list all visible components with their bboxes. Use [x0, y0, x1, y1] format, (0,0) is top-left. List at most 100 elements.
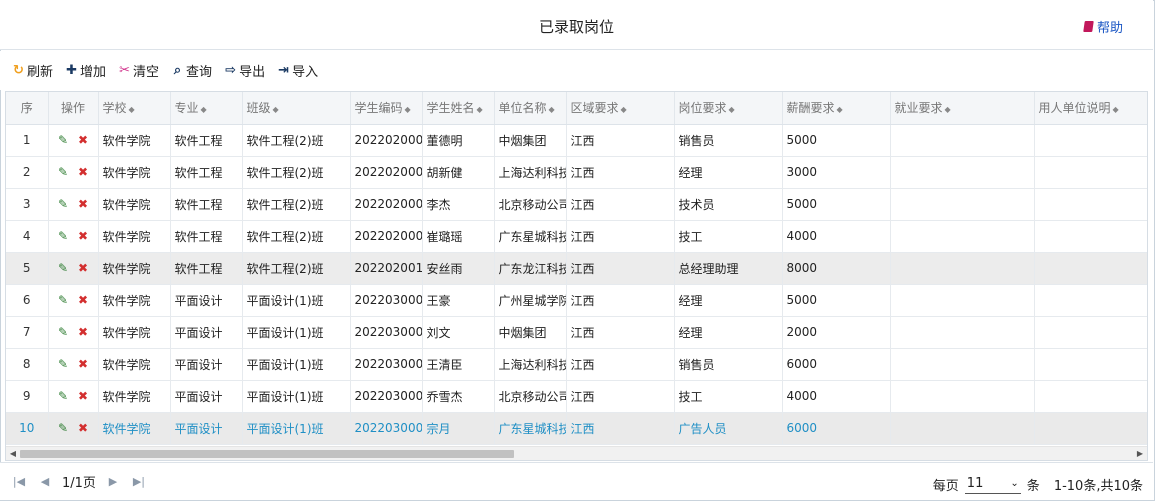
- col-student-code[interactable]: 学生编码 ◆: [350, 92, 423, 125]
- cell-major: 平面设计: [170, 316, 243, 349]
- scroll-left-icon[interactable]: ◀: [6, 447, 20, 461]
- pencil-icon[interactable]: ✎: [58, 389, 68, 403]
- close-icon[interactable]: ✖: [78, 165, 88, 179]
- col-region[interactable]: 区域要求 ◆: [566, 92, 675, 125]
- pencil-icon[interactable]: ✎: [58, 325, 68, 339]
- cell-school: 软件学院: [98, 124, 171, 157]
- pencil-icon[interactable]: ✎: [58, 229, 68, 243]
- cell-name: 董德明: [422, 124, 495, 157]
- table-row[interactable]: 5✎✖软件学院软件工程软件工程(2)班2022020010安丝雨广东龙江科技江西…: [6, 252, 1147, 285]
- cell-major: 平面设计: [170, 380, 243, 413]
- close-icon[interactable]: ✖: [78, 133, 88, 147]
- import-button[interactable]: ⇥ 导入: [277, 61, 318, 80]
- col-position[interactable]: 岗位要求 ◆: [674, 92, 783, 125]
- cell-salary: 8000: [782, 252, 891, 285]
- add-label: 增加: [80, 65, 107, 80]
- add-button[interactable]: ✚ 增加: [65, 61, 106, 80]
- row-seq: 2: [6, 156, 49, 189]
- close-icon[interactable]: ✖: [78, 325, 88, 339]
- pencil-icon[interactable]: ✎: [58, 197, 68, 211]
- row-actions: ✎ ✖: [48, 252, 99, 285]
- export-button[interactable]: ⇨ 导出: [224, 61, 265, 80]
- help-button[interactable]: 帮助: [1083, 17, 1123, 36]
- close-icon[interactable]: ✖: [78, 261, 88, 275]
- close-icon[interactable]: ✖: [78, 421, 88, 435]
- prev-page-icon[interactable]: ◀: [32, 475, 58, 488]
- col-company-desc[interactable]: 用人单位说明 ◆: [1034, 92, 1147, 125]
- cell-employment: [890, 412, 1035, 445]
- cell-code: 2022020009: [350, 220, 423, 253]
- table-row[interactable]: 1✎✖软件学院软件工程软件工程(2)班2022020006董德明中烟集团江西销售…: [6, 124, 1147, 157]
- scissors-icon: ✂: [119, 63, 130, 78]
- first-page-icon[interactable]: |◀: [6, 475, 32, 488]
- col-student-name[interactable]: 学生姓名 ◆: [422, 92, 495, 125]
- table-row[interactable]: 2✎✖软件学院软件工程软件工程(2)班2022020007胡新健上海达利科技江西…: [6, 156, 1147, 189]
- last-page-icon[interactable]: ▶|: [126, 475, 152, 488]
- close-icon[interactable]: ✖: [78, 389, 88, 403]
- table-row[interactable]: 7✎✖软件学院平面设计平面设计(1)班2022030002刘文中烟集团江西经理2…: [6, 316, 1147, 349]
- cell-major: 软件工程: [170, 124, 243, 157]
- table-row[interactable]: 3✎✖软件学院软件工程软件工程(2)班2022020008李杰北京移动公司江西技…: [6, 188, 1147, 221]
- cell-class: 软件工程(2)班: [242, 188, 351, 221]
- cell-desc: [1034, 316, 1147, 349]
- sort-icon: ◆: [548, 105, 555, 115]
- cell-region: 江西: [566, 380, 675, 413]
- cell-class: 平面设计(1)班: [242, 348, 351, 381]
- col-school[interactable]: 学校 ◆: [98, 92, 171, 125]
- row-actions: ✎ ✖: [48, 284, 99, 317]
- col-salary[interactable]: 薪酬要求 ◆: [782, 92, 891, 125]
- per-page-select[interactable]: 11 ⌄: [964, 474, 1021, 494]
- import-label: 导入: [292, 65, 319, 80]
- sort-icon: ◆: [272, 105, 279, 115]
- row-actions: ✎ ✖: [48, 316, 99, 349]
- table-row[interactable]: 6✎✖软件学院平面设计平面设计(1)班2022030001王豪广州星城学院江西经…: [6, 284, 1147, 317]
- pencil-icon[interactable]: ✎: [58, 133, 68, 147]
- col-company[interactable]: 单位名称 ◆: [494, 92, 567, 125]
- cell-name: 刘文: [422, 316, 495, 349]
- pencil-icon[interactable]: ✎: [58, 261, 68, 275]
- table-row[interactable]: 10✎✖软件学院平面设计平面设计(1)班2022030005宗月广东星城科技江西…: [6, 412, 1147, 445]
- cell-desc: [1034, 156, 1147, 189]
- table-row[interactable]: 8✎✖软件学院平面设计平面设计(1)班2022030003王清臣上海达利科技江西…: [6, 348, 1147, 381]
- cell-employment: [890, 316, 1035, 349]
- cell-class: 软件工程(2)班: [242, 124, 351, 157]
- row-seq: 10: [6, 412, 49, 445]
- next-page-icon[interactable]: ▶: [100, 475, 126, 488]
- clear-button[interactable]: ✂ 清空: [118, 61, 159, 80]
- toolbar: ↻ 刷新 ✚ 增加 ✂ 清空 ⌕ 查询 ⇨ 导出 ⇥ 导入: [0, 51, 1153, 90]
- cell-school: 软件学院: [98, 412, 171, 445]
- pencil-icon[interactable]: ✎: [58, 165, 68, 179]
- cell-name: 王豪: [422, 284, 495, 317]
- cell-salary: 5000: [782, 188, 891, 221]
- cell-company: 中烟集团: [494, 124, 567, 157]
- scrollbar-thumb[interactable]: [20, 450, 514, 458]
- export-icon: ⇨: [225, 63, 237, 78]
- pencil-icon[interactable]: ✎: [58, 421, 68, 435]
- cell-school: 软件学院: [98, 284, 171, 317]
- refresh-button[interactable]: ↻ 刷新: [12, 61, 53, 80]
- row-actions: ✎ ✖: [48, 412, 99, 445]
- sort-icon: ◆: [728, 105, 735, 115]
- cell-class: 软件工程(2)班: [242, 252, 351, 285]
- table-row[interactable]: 9✎✖软件学院平面设计平面设计(1)班2022030004乔雪杰北京移动公司江西…: [6, 380, 1147, 413]
- close-icon[interactable]: ✖: [78, 293, 88, 307]
- col-op: 操作: [48, 92, 99, 125]
- close-icon[interactable]: ✖: [78, 357, 88, 371]
- close-icon[interactable]: ✖: [78, 229, 88, 243]
- query-button[interactable]: ⌕ 查询: [171, 61, 212, 80]
- pencil-icon[interactable]: ✎: [58, 293, 68, 307]
- table-row[interactable]: 4✎✖软件学院软件工程软件工程(2)班2022020009崔璐瑶广东星城科技江西…: [6, 220, 1147, 253]
- cell-code: 2022030001: [350, 284, 423, 317]
- close-icon[interactable]: ✖: [78, 197, 88, 211]
- horizontal-scrollbar[interactable]: ◀ ▶: [6, 446, 1147, 460]
- cell-region: 江西: [566, 252, 675, 285]
- cell-code: 2022020010: [350, 252, 423, 285]
- cell-class: 平面设计(1)班: [242, 380, 351, 413]
- col-major[interactable]: 专业 ◆: [170, 92, 243, 125]
- col-class[interactable]: 班级 ◆: [242, 92, 351, 125]
- sort-icon: ◆: [200, 105, 207, 115]
- cell-salary: 3000: [782, 156, 891, 189]
- scroll-right-icon[interactable]: ▶: [1133, 447, 1147, 461]
- pencil-icon[interactable]: ✎: [58, 357, 68, 371]
- col-employment[interactable]: 就业要求 ◆: [890, 92, 1035, 125]
